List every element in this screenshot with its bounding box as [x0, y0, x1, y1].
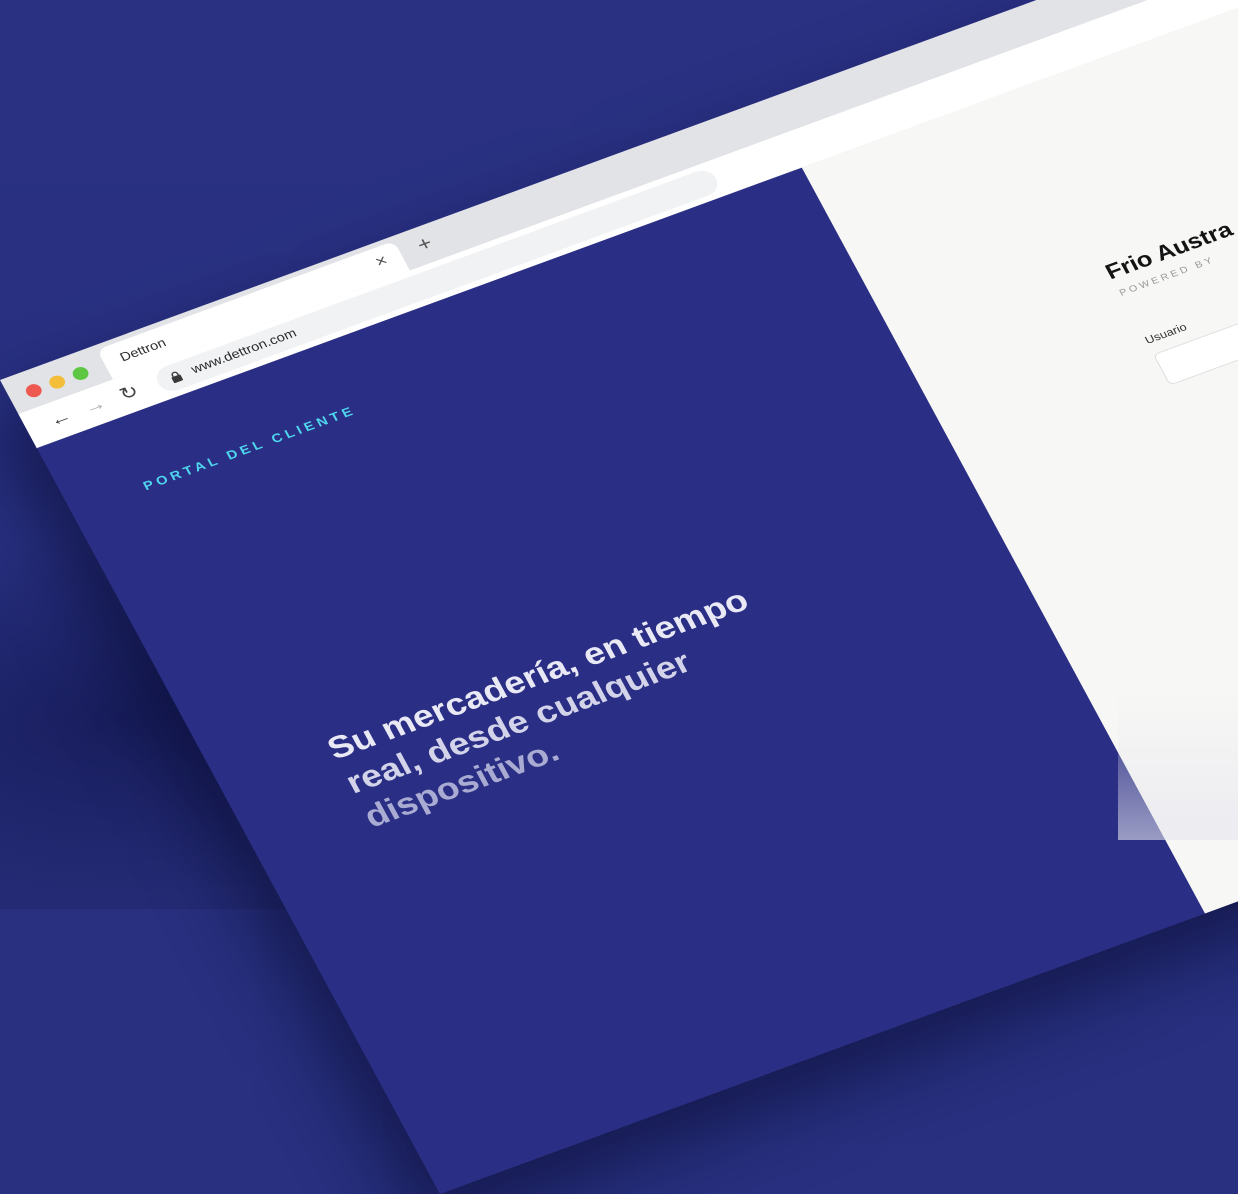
tab-title: Dettron — [117, 335, 169, 365]
reload-icon[interactable]: ↻ — [116, 380, 143, 405]
headline-line: real, desde cualquier — [340, 644, 698, 801]
close-window-button[interactable] — [23, 382, 45, 400]
back-arrow-icon[interactable]: ← — [45, 405, 75, 431]
lock-icon — [171, 371, 183, 384]
hero-headline: Su mercadería, en tiempo real, desde cua… — [321, 543, 898, 837]
minimize-window-button[interactable] — [46, 373, 68, 391]
username-label: Usuario — [1142, 320, 1189, 347]
forward-arrow-icon[interactable]: → — [80, 392, 110, 418]
tab-close-icon[interactable]: × — [372, 251, 391, 271]
portal-eyebrow: PORTAL DEL CLIENTE — [140, 403, 359, 494]
new-tab-icon[interactable]: + — [413, 232, 436, 257]
maximize-window-button[interactable] — [70, 364, 91, 383]
